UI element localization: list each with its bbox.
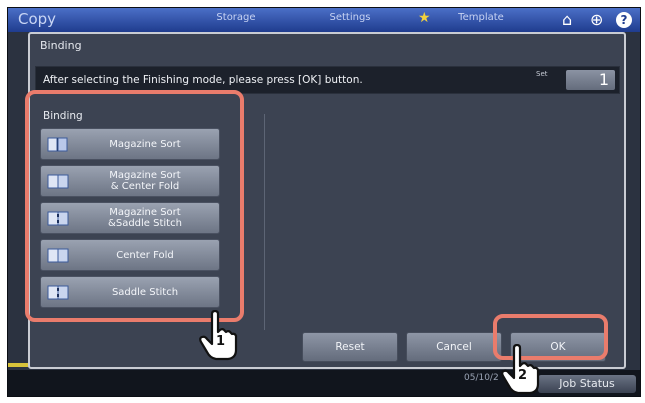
star-icon: ★ (418, 10, 431, 26)
panel-divider (264, 114, 265, 330)
globe-icon[interactable]: ⊕ (590, 10, 603, 29)
job-status-button[interactable]: Job Status (538, 375, 636, 393)
app-title: Copy (18, 10, 57, 28)
set-count-field[interactable]: 1 (566, 70, 615, 90)
home-icon[interactable]: ⌂ (562, 10, 572, 29)
instruction-message: After selecting the Finishing mode, plea… (43, 74, 363, 86)
set-label: Set (536, 70, 548, 78)
callout-number-2: 2 (518, 368, 528, 383)
tab-template[interactable]: Template (448, 12, 514, 28)
binding-options-highlight (25, 90, 244, 322)
reset-button[interactable]: Reset (302, 332, 398, 362)
tab-settings[interactable]: Settings (318, 12, 382, 28)
dialog-title: Binding (40, 39, 82, 52)
callout-number-1: 1 (216, 334, 226, 349)
cancel-button[interactable]: Cancel (406, 332, 502, 362)
app-top-bar: Copy Storage Settings ★ Template ⌂ ⊕ ? (8, 8, 640, 32)
tab-storage[interactable]: Storage (204, 12, 268, 28)
help-icon[interactable]: ? (616, 12, 632, 28)
date-text: 05/10/2 (464, 373, 499, 383)
